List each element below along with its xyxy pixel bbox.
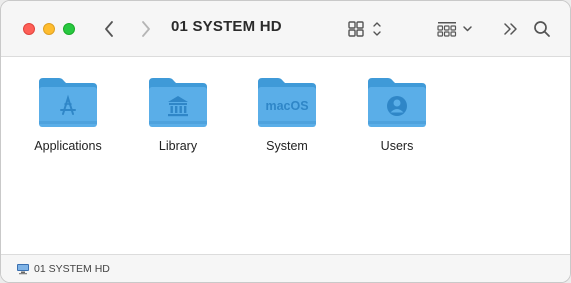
search-icon <box>534 21 550 37</box>
folder-item-library[interactable]: Library <box>123 74 233 164</box>
folder-label: Users <box>380 139 414 153</box>
folder-label: System <box>266 139 308 153</box>
folder-label: Applications <box>34 139 102 153</box>
hard-drive-icon <box>17 264 29 275</box>
window-title: 01 SYSTEM HD <box>171 18 282 35</box>
path-label[interactable]: 01 SYSTEM HD <box>34 263 110 275</box>
group-button[interactable] <box>433 15 479 43</box>
minimize-button[interactable] <box>43 23 55 35</box>
folder-item-users[interactable]: Users <box>342 74 452 164</box>
folder-icon <box>39 78 97 127</box>
path-bar: 01 SYSTEM HD <box>1 254 570 282</box>
chevron-right-icon <box>142 21 150 37</box>
chevron-left-icon <box>105 21 113 37</box>
back-button[interactable] <box>99 15 119 43</box>
folder-icon <box>368 78 426 127</box>
search-button[interactable] <box>530 15 554 43</box>
zoom-button[interactable] <box>63 23 75 35</box>
finder-window: 01 SYSTEM HD Applications Library macOS … <box>0 0 571 283</box>
view-options-button[interactable] <box>345 15 387 43</box>
more-toolbar-button[interactable] <box>499 15 523 43</box>
icon-view: Applications Library macOS System Users <box>1 57 570 253</box>
icon-grid-view-icon <box>348 21 381 37</box>
double-chevron-right-icon <box>504 23 517 35</box>
folder-item-applications[interactable]: Applications <box>13 74 123 164</box>
close-button[interactable] <box>23 23 35 35</box>
user-emblem-icon <box>387 96 407 116</box>
folder-icon: macOS <box>258 78 316 127</box>
folder-icon <box>149 78 207 127</box>
forward-button[interactable] <box>136 15 156 43</box>
folder-label: Library <box>158 139 198 153</box>
folder-item-system[interactable]: macOS System <box>232 74 342 164</box>
group-by-icon <box>437 22 472 37</box>
macos-emblem-text: macOS <box>265 99 308 113</box>
toolbar: 01 SYSTEM HD <box>1 1 570 57</box>
